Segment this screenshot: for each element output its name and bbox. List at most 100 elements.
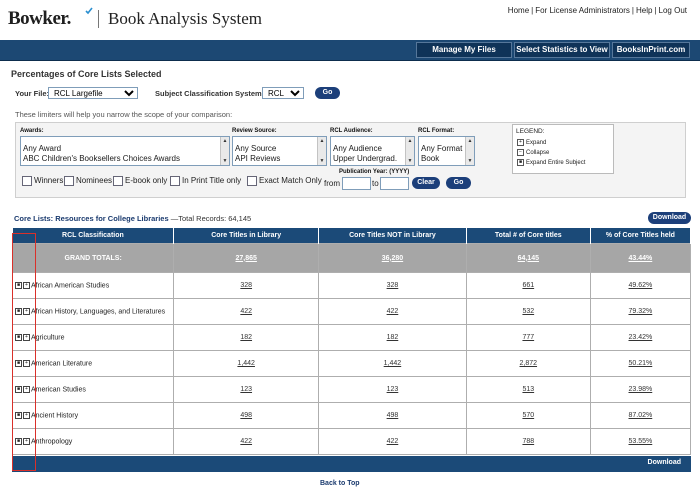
awards-option[interactable]: Any Award	[21, 144, 229, 154]
col-in-library[interactable]: Core Titles in Library	[173, 228, 320, 244]
cell-total[interactable]: 661	[465, 272, 591, 299]
classification-label[interactable]: American Literature	[31, 360, 92, 367]
cell-total[interactable]: 2,872	[465, 350, 591, 377]
classification-label[interactable]: Anthropology	[31, 438, 72, 445]
to-year-input[interactable]	[380, 177, 409, 190]
row-classification: ■ + Agriculture	[11, 324, 175, 351]
classification-label[interactable]: Ancient History	[31, 412, 78, 419]
booksinprint-button[interactable]: BooksInPrint.com	[612, 42, 690, 58]
from-year-input[interactable]	[342, 177, 371, 190]
file-label: Your File:	[15, 89, 50, 98]
col-percent[interactable]: % of Core Titles held	[590, 228, 692, 244]
core-lists-link[interactable]: Core Lists: Resources for College Librar…	[14, 214, 169, 223]
cell-not-in-library[interactable]: 422	[318, 428, 467, 455]
footer-download-link[interactable]: Download	[648, 459, 681, 466]
cell-not-in-library[interactable]: 1,442	[318, 350, 467, 377]
classification-label[interactable]: Agriculture	[31, 334, 64, 341]
section-title: Percentages of Core Lists Selected	[11, 69, 162, 79]
classification-label[interactable]: African American Studies	[31, 282, 109, 289]
help-link[interactable]: Help	[636, 6, 652, 15]
audience-listbox[interactable]: Any Audience Upper Undergrad. ▲ ▼	[330, 136, 415, 166]
grand-in-library[interactable]: 27,865	[173, 243, 320, 273]
awards-option[interactable]: ABC Children's Booksellers Choices Award…	[21, 154, 229, 164]
cell-in-library[interactable]: 498	[173, 402, 320, 429]
scroll-down-icon[interactable]: ▼	[222, 158, 228, 164]
top-links: Home | For License Administrators | Help | Log…	[507, 6, 687, 15]
license-admin-link[interactable]: For License Administrators	[535, 6, 630, 15]
classification-label[interactable]: African History, Languages, and Literatu…	[31, 308, 165, 315]
cell-not-in-library[interactable]: 422	[318, 298, 467, 325]
limiters-text: These limiters will help you narrow the …	[15, 110, 233, 119]
manage-files-button[interactable]: Manage My Files	[416, 42, 512, 58]
download-button[interactable]: Download	[648, 212, 691, 224]
cell-in-library[interactable]: 422	[173, 428, 320, 455]
cell-percent[interactable]: 23.42%	[589, 324, 692, 351]
review-listbox[interactable]: Any Source API Reviews ▲ ▼	[232, 136, 327, 166]
cell-percent[interactable]: 53.55%	[589, 428, 692, 455]
back-to-top-link[interactable]: Back to Top	[320, 480, 360, 487]
cell-percent[interactable]: 23.98%	[589, 376, 692, 403]
scroll-down-icon[interactable]: ▼	[407, 158, 413, 164]
home-link[interactable]: Home	[508, 6, 529, 15]
clear-button[interactable]: Clear	[412, 177, 440, 189]
grand-total[interactable]: 64,145	[465, 243, 591, 273]
scroll-up-icon[interactable]: ▲	[407, 138, 413, 144]
filter-go-button[interactable]: Go	[446, 177, 471, 189]
core-lists-line: Core Lists: Resources for College Librar…	[14, 214, 251, 223]
col-classification[interactable]: RCL Classification	[12, 228, 175, 244]
cell-in-library[interactable]: 123	[173, 376, 320, 403]
scroll-down-icon[interactable]: ▼	[319, 158, 325, 164]
cell-total[interactable]: 788	[465, 428, 591, 455]
scroll-down-icon[interactable]: ▼	[467, 158, 473, 164]
logout-link[interactable]: Log Out	[659, 6, 687, 15]
awards-listbox[interactable]: Any Award ABC Children's Booksellers Cho…	[20, 136, 230, 166]
cell-not-in-library[interactable]: 182	[318, 324, 467, 351]
subject-select[interactable]: RCL	[262, 87, 304, 99]
go-button[interactable]: Go	[315, 87, 340, 99]
col-total[interactable]: Total # of Core titles	[466, 228, 591, 244]
legend-title: LEGEND:	[516, 128, 545, 135]
review-option[interactable]: Any Source	[233, 144, 326, 154]
cell-not-in-library[interactable]: 498	[318, 402, 467, 429]
cell-total[interactable]: 570	[465, 402, 591, 429]
table-row: ■ + Agriculture 182 182 777 23.42%	[11, 324, 692, 351]
classification-label[interactable]: American Studies	[31, 386, 86, 393]
scrollbar[interactable]: ▲ ▼	[465, 137, 474, 165]
scroll-up-icon[interactable]: ▲	[222, 138, 228, 144]
scrollbar[interactable]: ▲ ▼	[317, 137, 326, 165]
cell-in-library[interactable]: 1,442	[173, 350, 320, 377]
scroll-up-icon[interactable]: ▲	[467, 138, 473, 144]
cell-percent[interactable]: 50.21%	[589, 350, 692, 377]
nominees-checkbox[interactable]	[64, 176, 74, 186]
scroll-up-icon[interactable]: ▲	[319, 138, 325, 144]
cell-percent[interactable]: 79.32%	[589, 298, 692, 325]
cell-in-library[interactable]: 182	[173, 324, 320, 351]
cell-percent[interactable]: 87.02%	[589, 402, 692, 429]
exact-match-checkbox[interactable]	[247, 176, 257, 186]
cell-in-library[interactable]: 328	[173, 272, 320, 299]
scrollbar[interactable]: ▲ ▼	[405, 137, 414, 165]
audience-option[interactable]: Any Audience	[331, 144, 414, 154]
select-statistics-button[interactable]: Select Statistics to View	[514, 42, 610, 58]
ebook-only-checkbox[interactable]	[113, 176, 123, 186]
col-not-in-library[interactable]: Core Titles NOT in Library	[318, 228, 467, 244]
cell-total[interactable]: 513	[465, 376, 591, 403]
cell-not-in-library[interactable]: 123	[318, 376, 467, 403]
cell-total[interactable]: 532	[465, 298, 591, 325]
audience-option[interactable]: Upper Undergrad.	[331, 154, 414, 164]
winners-checkbox[interactable]	[22, 176, 32, 186]
grand-not-in-library[interactable]: 36,280	[318, 243, 467, 273]
cell-percent[interactable]: 49.62%	[589, 272, 692, 299]
review-label: Review Source:	[232, 128, 277, 134]
cell-total[interactable]: 777	[465, 324, 591, 351]
file-select[interactable]: RCL Largefile	[48, 87, 138, 99]
bowker-logo[interactable]: Bowker.	[8, 8, 71, 30]
cell-in-library[interactable]: 422	[173, 298, 320, 325]
grand-percent[interactable]: 43.44%	[589, 243, 692, 273]
legend-expand-all-label: Expand Entire Subject	[526, 160, 586, 167]
cell-not-in-library[interactable]: 328	[318, 272, 467, 299]
scrollbar[interactable]: ▲ ▼	[220, 137, 229, 165]
review-option[interactable]: API Reviews	[233, 154, 326, 164]
in-print-checkbox[interactable]	[170, 176, 180, 186]
format-listbox[interactable]: Any Format Book ▲ ▼	[418, 136, 475, 166]
